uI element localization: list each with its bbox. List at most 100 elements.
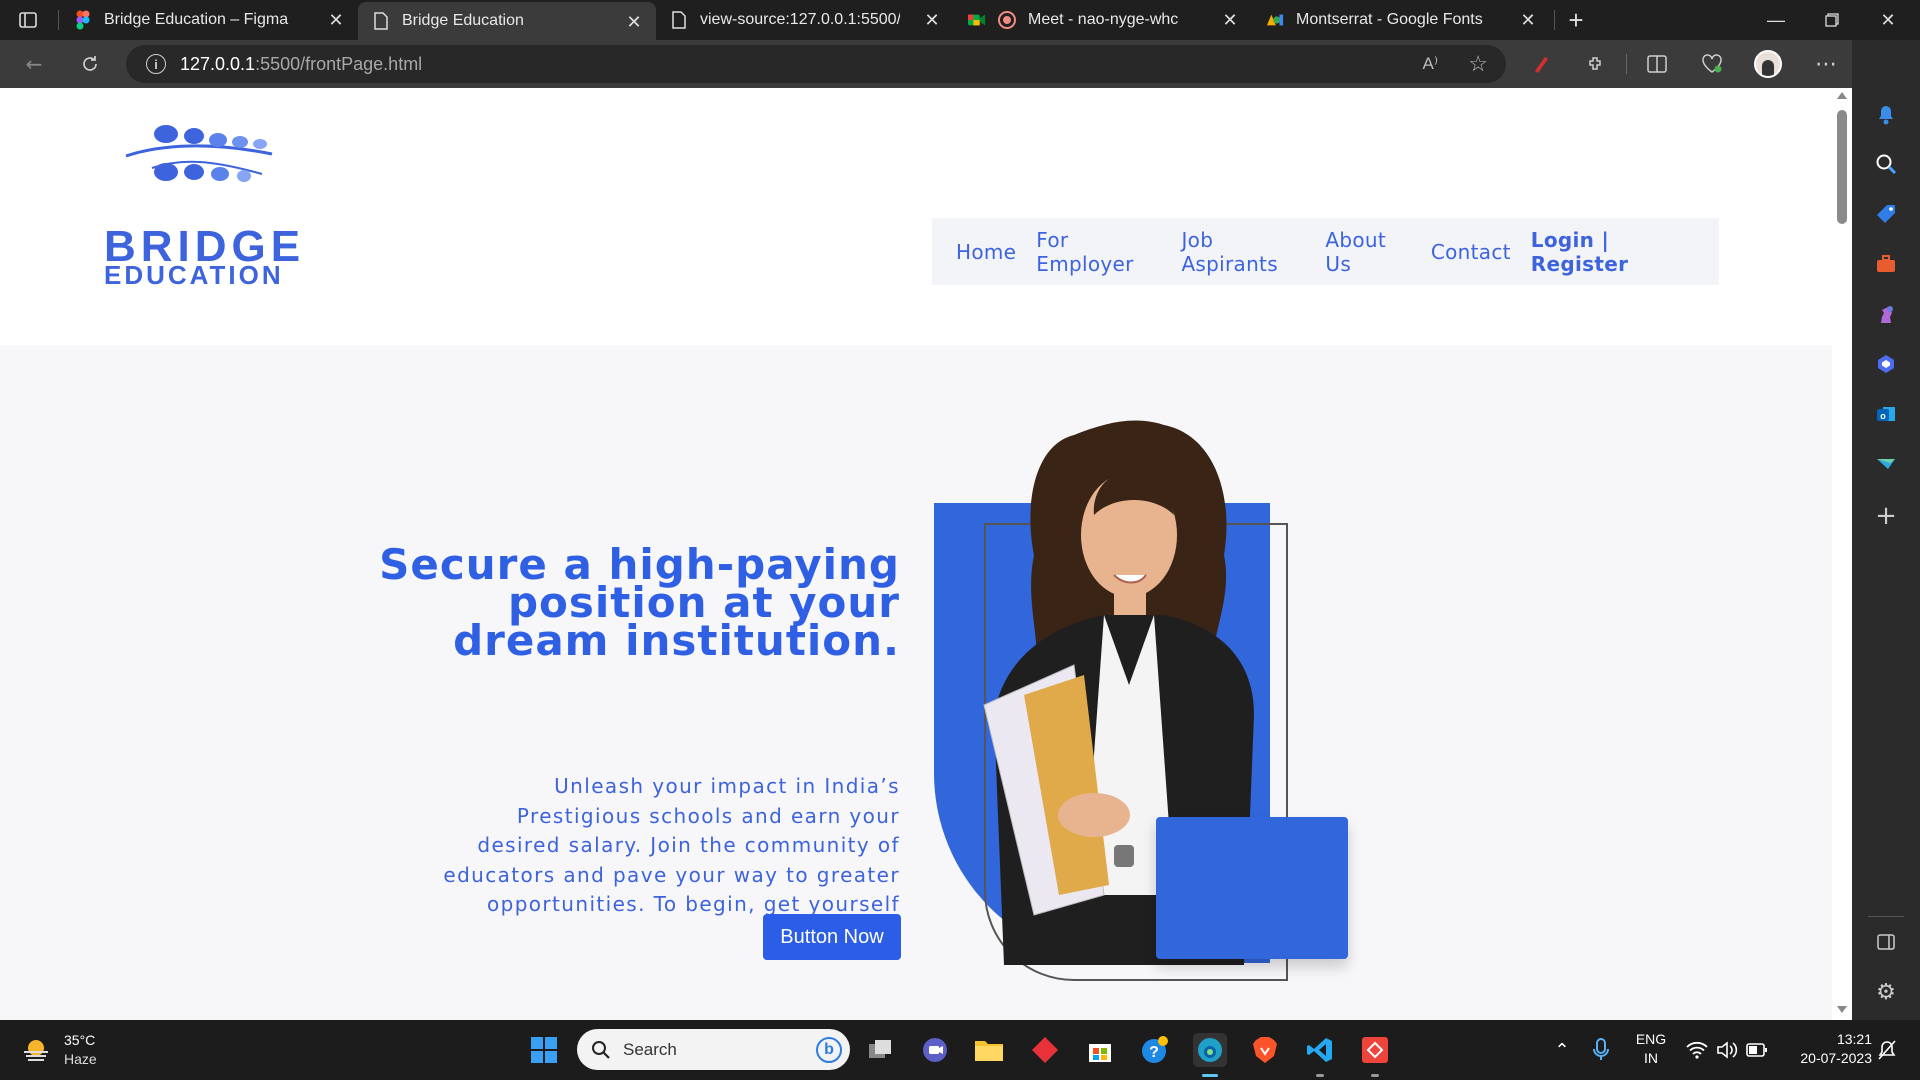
vscode-icon[interactable] — [1303, 1033, 1337, 1067]
cta-button[interactable]: Button Now — [763, 914, 901, 960]
logo-wordmark-education: EDUCATION — [104, 260, 284, 290]
open-app-indicator — [1371, 1074, 1379, 1077]
main-nav: Home For Employer Job Aspirants About Us… — [932, 218, 1719, 285]
notification-bell-icon[interactable] — [1872, 100, 1900, 128]
address-path: :5500/frontPage.html — [255, 53, 423, 74]
close-tab-icon[interactable]: ✕ — [1220, 10, 1240, 30]
shopping-tag-icon[interactable] — [1872, 200, 1900, 228]
page-scrollbar[interactable] — [1832, 88, 1852, 1020]
nav-contact[interactable]: Contact — [1431, 240, 1511, 264]
read-aloud-icon[interactable]: A⁾ — [1422, 54, 1438, 74]
leaf-logo-icon — [125, 125, 273, 182]
weather-desc: Haze — [64, 1051, 97, 1067]
nav-home[interactable]: Home — [956, 240, 1016, 264]
show-hidden-icons-chevron-icon[interactable]: ⌃ — [1545, 1033, 1579, 1067]
refresh-icon[interactable] — [76, 50, 104, 78]
site-header: BRIDGE EDUCATION Home For Employer Job A… — [0, 88, 1832, 345]
close-tab-icon[interactable]: ✕ — [624, 12, 644, 32]
minimize-icon[interactable]: — — [1748, 0, 1804, 40]
battery-icon[interactable] — [1740, 1033, 1774, 1067]
recording-icon — [998, 11, 1016, 29]
close-window-icon[interactable]: ✕ — [1860, 0, 1916, 40]
close-tab-icon[interactable]: ✕ — [1518, 10, 1538, 30]
tab-label: Montserrat - Google Fonts — [1296, 11, 1483, 28]
microsoft-store-icon[interactable] — [1083, 1033, 1117, 1067]
weather-widget[interactable]: 35°C Haze — [22, 1030, 112, 1070]
red-diamond-app-icon[interactable] — [1028, 1033, 1062, 1067]
hide-sidebar-icon[interactable] — [1872, 928, 1900, 956]
scroll-up-arrow-icon[interactable] — [1837, 92, 1847, 99]
tab-view-source[interactable]: view-source:127.0.0.1:5500/fronti ✕ — [656, 0, 954, 40]
language-indicator[interactable]: ENG IN — [1626, 1030, 1676, 1068]
microphone-icon[interactable] — [1584, 1033, 1618, 1067]
edge-sidebar: o + ⚙ — [1852, 40, 1920, 1020]
extensions-icon[interactable] — [1582, 50, 1610, 78]
task-view-icon[interactable] — [864, 1033, 898, 1067]
clock[interactable]: 13:21 20-07-2023 — [1780, 1030, 1872, 1068]
tab-label: Bridge Education — [402, 12, 524, 29]
nav-about-us[interactable]: About Us — [1325, 228, 1410, 276]
hero-image — [934, 415, 1354, 981]
scroll-down-arrow-icon[interactable] — [1837, 1006, 1847, 1013]
close-tab-icon[interactable]: ✕ — [326, 10, 346, 30]
split-screen-icon[interactable] — [1643, 50, 1671, 78]
restore-icon[interactable] — [1804, 0, 1860, 40]
close-tab-icon[interactable]: ✕ — [922, 10, 942, 30]
edge-browser-icon[interactable] — [1193, 1033, 1227, 1067]
sidebar-settings-icon[interactable]: ⚙ — [1872, 978, 1900, 1006]
search-icon[interactable] — [1872, 150, 1900, 178]
clock-time: 13:21 — [1836, 1031, 1872, 1047]
tab-bridge-education[interactable]: Bridge Education ✕ — [358, 2, 656, 40]
tab-actions-icon[interactable] — [18, 10, 38, 30]
browser-tab-strip: Bridge Education – Figma ✕ Bridge Educat… — [0, 0, 1920, 40]
brave-browser-icon[interactable] — [1248, 1033, 1282, 1067]
teams-chat-icon[interactable] — [918, 1033, 952, 1067]
tab-label: Bridge Education – Figma — [104, 11, 289, 28]
wifi-icon[interactable] — [1680, 1033, 1714, 1067]
profile-avatar[interactable] — [1754, 50, 1782, 78]
outlook-icon[interactable]: o — [1872, 400, 1900, 428]
new-tab-icon[interactable]: + — [1563, 7, 1589, 33]
windows-start-icon[interactable] — [527, 1033, 561, 1067]
more-options-icon[interactable]: ⋯ — [1812, 50, 1840, 78]
nav-job-aspirants[interactable]: Job Aspirants — [1181, 228, 1305, 276]
address-bar[interactable]: i 127.0.0.1:5500/frontPage.html A⁾ ☆ — [126, 45, 1506, 83]
taskbar-search[interactable]: Search b — [577, 1029, 850, 1070]
get-help-icon[interactable]: ? — [1138, 1033, 1172, 1067]
site-info-icon[interactable]: i — [146, 54, 166, 74]
add-sidebar-app-icon[interactable]: + — [1872, 501, 1900, 531]
file-explorer-icon[interactable] — [972, 1033, 1006, 1067]
browser-toolbar: ← i 127.0.0.1:5500/frontPage.html A⁾ ☆ ⋯ — [0, 40, 1920, 88]
scrollbar-thumb[interactable] — [1837, 110, 1847, 224]
tab-bridge-education-figma[interactable]: Bridge Education – Figma ✕ — [60, 0, 358, 40]
back-icon[interactable]: ← — [20, 50, 48, 78]
haze-sun-icon — [22, 1038, 50, 1062]
games-chess-icon[interactable] — [1872, 300, 1900, 328]
tab-meet[interactable]: Meet - nao-nyge-whc ✕ — [954, 0, 1252, 40]
meet-icon — [968, 11, 986, 29]
nav-login-register[interactable]: Login | Register — [1531, 228, 1699, 276]
notifications-icon[interactable] — [1870, 1033, 1904, 1067]
weather-temp: 35°C — [64, 1032, 96, 1048]
tab-label: view-source:127.0.0.1:5500/fronti — [700, 11, 900, 28]
microsoft-365-icon[interactable] — [1872, 350, 1900, 378]
region-code: IN — [1644, 1050, 1658, 1066]
svg-text:?: ? — [1149, 1044, 1159, 1061]
anydesk-icon[interactable] — [1358, 1033, 1392, 1067]
hero-section: Secure a high-paying position at your dr… — [0, 345, 1832, 1020]
tab-montserrat-google-fonts[interactable]: Montserrat - Google Fonts ✕ — [1252, 0, 1550, 40]
volume-icon[interactable] — [1710, 1033, 1744, 1067]
drop-send-icon[interactable] — [1872, 450, 1900, 478]
page-icon — [372, 12, 390, 30]
browser-essentials-icon[interactable] — [1698, 50, 1726, 78]
nav-for-employer[interactable]: For Employer — [1036, 228, 1161, 276]
svg-text:o: o — [1880, 411, 1886, 421]
web-page: BRIDGE EDUCATION Home For Employer Job A… — [0, 88, 1832, 1020]
tab-label: Meet - nao-nyge-whc — [1028, 11, 1179, 28]
hero-headline: Secure a high-paying position at your dr… — [360, 544, 900, 665]
headline-line-3: dream institution. — [453, 616, 900, 665]
pen-extension-icon[interactable] — [1527, 50, 1555, 78]
tools-briefcase-icon[interactable] — [1872, 250, 1900, 278]
favorite-star-icon[interactable]: ☆ — [1468, 51, 1488, 77]
open-app-indicator — [1316, 1074, 1324, 1077]
